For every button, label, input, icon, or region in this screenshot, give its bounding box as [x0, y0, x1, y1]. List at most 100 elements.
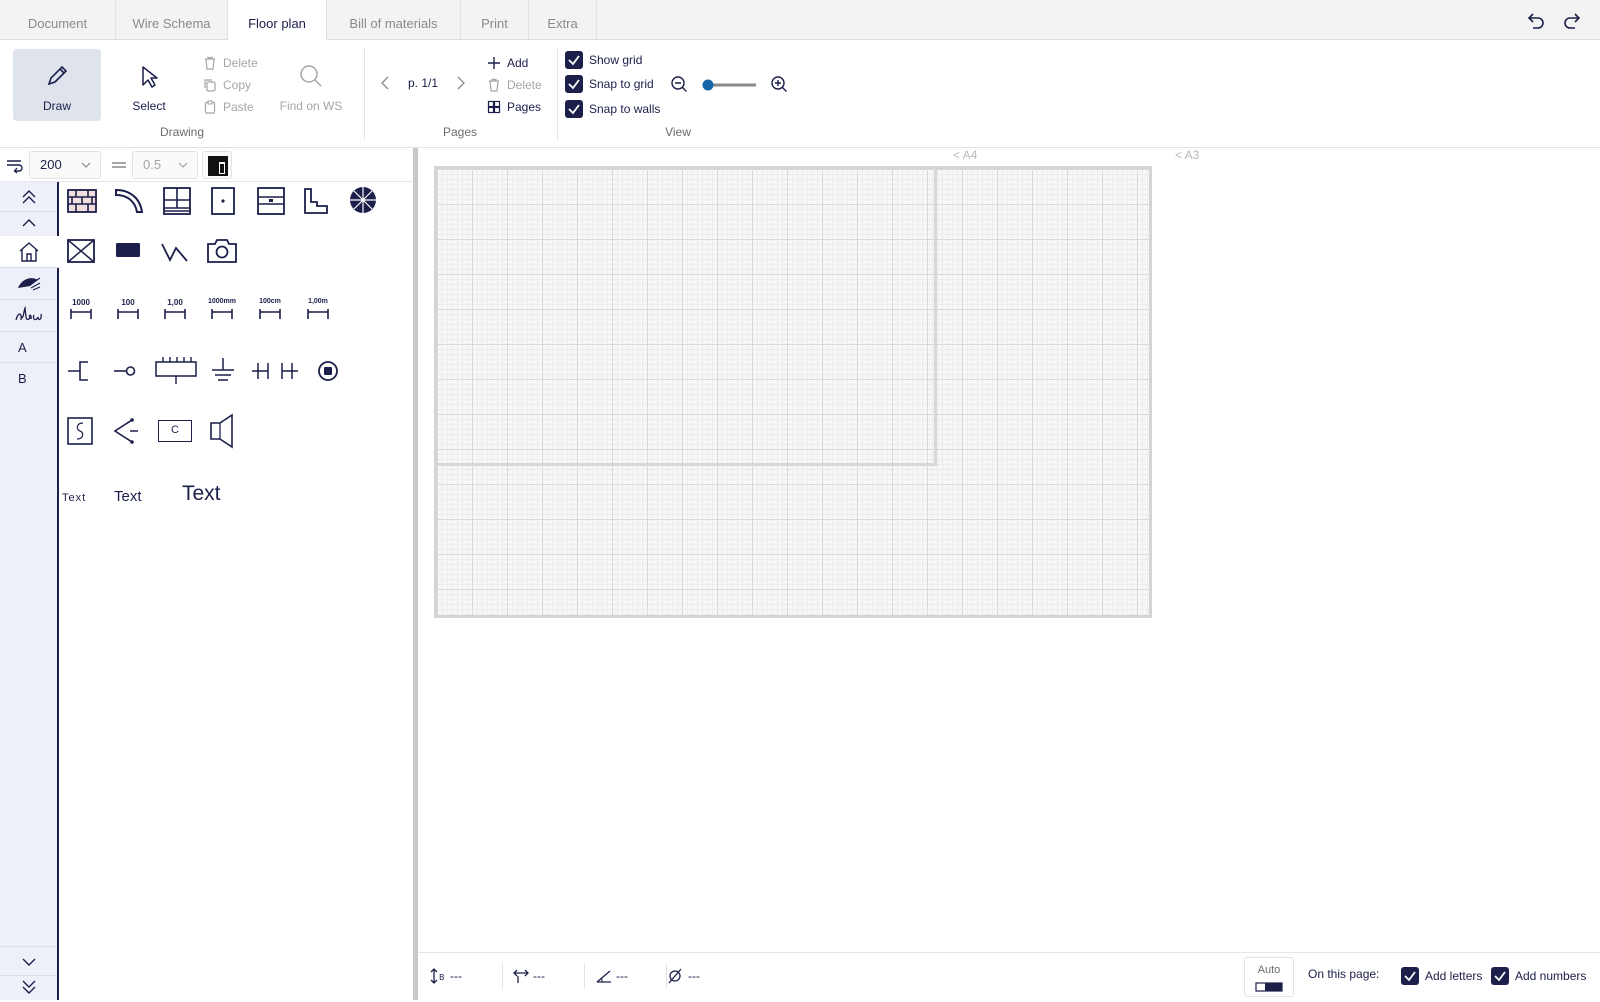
add-numbers-checkbox[interactable]	[1491, 967, 1509, 985]
color-swatch-icon	[208, 156, 228, 176]
scale-select[interactable]: 200	[29, 151, 101, 179]
find-on-ws-button[interactable]: Find on WS	[276, 49, 346, 121]
snap-to-grid-checkbox[interactable]	[565, 75, 583, 93]
on-this-page-label: On this page:	[1308, 967, 1380, 981]
socket-symbol-icon[interactable]	[66, 358, 94, 384]
fan-icon[interactable]	[348, 185, 378, 215]
a4-sheet-outline	[437, 169, 937, 466]
zoom-slider[interactable]	[702, 78, 758, 91]
show-grid-label: Show grid	[589, 53, 643, 67]
check-icon	[568, 104, 580, 115]
draw-button[interactable]: Draw	[13, 49, 101, 121]
scale-bar-100[interactable]: 100	[111, 298, 145, 322]
stairs-icon[interactable]	[302, 186, 330, 216]
undo-icon[interactable]	[1524, 10, 1546, 32]
a4-paper-label: < A4	[953, 148, 978, 162]
category-drawing[interactable]	[0, 268, 57, 300]
next-page-button[interactable]	[452, 75, 468, 91]
scale-bar-icon	[70, 309, 92, 319]
switch-symbol-icon[interactable]	[112, 358, 140, 384]
add-page-button[interactable]: Add	[487, 54, 547, 72]
curved-wall-icon[interactable]	[114, 186, 146, 216]
door-icon[interactable]	[210, 186, 236, 216]
diameter-readout: ---	[668, 967, 728, 985]
copy-icon	[204, 79, 216, 92]
brick-wall-icon[interactable]	[66, 186, 98, 216]
zigzag-line-icon[interactable]	[160, 240, 190, 264]
text-small[interactable]: Text	[62, 492, 102, 504]
distribution-board-icon[interactable]	[154, 354, 198, 388]
scale-bar-icon	[117, 309, 139, 319]
length-readout: B ---	[430, 967, 490, 985]
text-medium[interactable]: Text	[114, 488, 154, 505]
check-icon	[1494, 971, 1506, 982]
angle-readout: ---	[596, 967, 656, 985]
scale-bar-1000[interactable]: 1000	[64, 298, 98, 322]
zoom-out-icon	[671, 76, 687, 92]
scale-bar-1000mm[interactable]: 1000mm	[203, 298, 241, 322]
a3-sheet[interactable]	[434, 166, 1152, 618]
hatch-pen-icon	[18, 277, 41, 291]
divider	[364, 48, 365, 140]
ground-symbol-icon[interactable]	[210, 356, 236, 386]
tab-floor-plan[interactable]: Floor plan	[228, 0, 327, 41]
text-large[interactable]: Text	[182, 482, 242, 506]
tab-extra[interactable]: Extra	[529, 0, 597, 40]
width-readout: ---	[513, 967, 573, 985]
connector-c-icon[interactable]: C	[158, 420, 192, 442]
tab-document[interactable]: Document	[0, 0, 116, 40]
copy-button[interactable]: Copy	[203, 76, 273, 94]
category-sidebar: A B	[0, 182, 59, 1000]
scale-select-value: 200	[40, 157, 62, 172]
scale-bar-1-00m[interactable]: 1,00m	[300, 298, 336, 322]
auto-button[interactable]: Auto	[1244, 957, 1294, 997]
select-button[interactable]: Select	[118, 49, 180, 121]
scale-bar-1-00[interactable]: 1,00	[158, 298, 192, 322]
divider	[666, 963, 667, 989]
filled-rect-icon[interactable]	[114, 240, 142, 260]
capacitor-symbol-icon[interactable]	[250, 358, 300, 384]
window-icon[interactable]	[162, 186, 192, 216]
check-icon	[568, 79, 580, 90]
snap-to-walls-checkbox[interactable]	[565, 100, 583, 118]
chevron-left-icon	[381, 76, 389, 90]
line-width-select[interactable]: 0.5	[132, 151, 198, 179]
scroll-bottom-button[interactable]	[0, 972, 57, 1002]
prev-page-button[interactable]	[378, 75, 394, 91]
tab-bill-of-materials[interactable]: Bill of materials	[327, 0, 461, 40]
chevron-up-icon	[22, 219, 36, 227]
tab-wire-schema[interactable]: Wire Schema	[116, 0, 228, 40]
trash-icon	[489, 78, 499, 92]
motion-sensor-icon[interactable]	[314, 357, 342, 385]
redo-icon[interactable]	[1562, 10, 1584, 32]
junction-box-icon[interactable]	[66, 238, 96, 264]
floor-plan-canvas[interactable]: < A4 < A3	[418, 148, 1600, 950]
zoom-slider-knob[interactable]	[702, 79, 714, 91]
angle-icon	[596, 970, 611, 983]
scroll-up-button[interactable]	[0, 208, 57, 238]
delete-button[interactable]: Delete	[203, 54, 273, 72]
cabinet-icon[interactable]	[256, 186, 286, 216]
tab-print[interactable]: Print	[461, 0, 529, 40]
show-grid-checkbox[interactable]	[565, 51, 583, 69]
zoom-out-button[interactable]	[670, 75, 688, 93]
paste-button[interactable]: Paste	[203, 98, 273, 116]
color-picker-button[interactable]	[202, 151, 232, 179]
add-letters-checkbox[interactable]	[1401, 967, 1419, 985]
scale-bar-100cm[interactable]: 100cm	[252, 298, 288, 322]
svg-text:B: B	[439, 973, 445, 982]
pages-button[interactable]: Pages	[487, 98, 547, 116]
thermostat-icon[interactable]	[66, 416, 94, 446]
category-handwriting[interactable]	[0, 300, 57, 332]
category-b[interactable]: B	[0, 363, 57, 394]
speaker-icon[interactable]	[206, 412, 238, 450]
camera-icon[interactable]	[206, 237, 238, 265]
category-a[interactable]: A	[0, 332, 57, 363]
check-icon	[568, 55, 580, 66]
double-chevron-up-icon	[22, 190, 36, 204]
delete-page-button[interactable]: Delete	[487, 76, 547, 94]
zoom-in-button[interactable]	[770, 75, 788, 93]
category-house[interactable]	[0, 236, 59, 268]
light-point-icon[interactable]	[112, 416, 140, 446]
chevron-down-icon	[178, 162, 188, 168]
